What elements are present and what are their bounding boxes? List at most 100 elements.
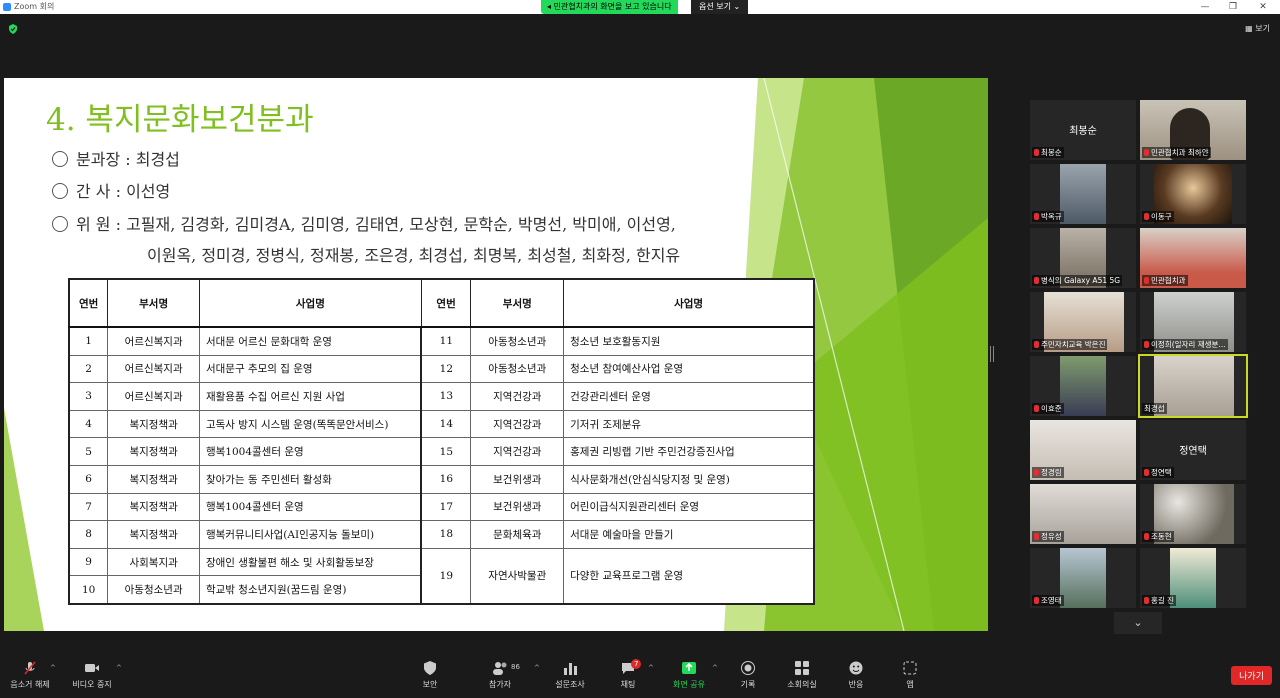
participant-tile[interactable]: 민관협치과 bbox=[1140, 228, 1246, 288]
view-button[interactable]: ▦ 보기 bbox=[1245, 23, 1270, 34]
participant-tile[interactable]: 최봉순 최봉순 bbox=[1030, 100, 1136, 160]
header-dept: 부서명 bbox=[107, 278, 200, 328]
cell-dept-2: 아동청소년과 bbox=[470, 354, 565, 384]
cell-no-2: 17 bbox=[420, 492, 472, 522]
mic-muted-icon bbox=[1144, 149, 1149, 156]
gallery-next-page-button[interactable]: ⌄ bbox=[1114, 612, 1162, 634]
record-label: 기록 bbox=[740, 680, 756, 689]
participant-name: 이동구 bbox=[1142, 211, 1174, 222]
mic-muted-icon bbox=[1034, 277, 1039, 284]
breakout-rooms-button[interactable]: 소회의실 bbox=[772, 660, 832, 690]
restore-icon[interactable]: ❐ bbox=[1220, 0, 1246, 14]
participant-tile[interactable]: 이정희(일자리 재생분... bbox=[1140, 292, 1246, 352]
leave-button[interactable]: 나가기 bbox=[1231, 666, 1272, 685]
shield-icon[interactable] bbox=[8, 24, 18, 34]
record-icon bbox=[741, 661, 755, 675]
participants-caret-icon[interactable]: ^ bbox=[534, 664, 540, 672]
participant-name: 최봉순 bbox=[1032, 147, 1064, 158]
participant-tile[interactable]: 주민자치교육 박은진 bbox=[1030, 292, 1136, 352]
cell-project: 서대문구 추모의 집 운영 bbox=[198, 354, 422, 384]
cell-dept: 복지정책과 bbox=[107, 437, 200, 466]
cell-dept-2: 보건위생과 bbox=[470, 464, 565, 494]
share-caret-icon[interactable]: ^ bbox=[712, 664, 718, 672]
panel-resize-handle[interactable] bbox=[990, 346, 994, 362]
participant-name: 정연택 bbox=[1142, 467, 1174, 478]
cell-no-2: 16 bbox=[420, 464, 472, 494]
participant-count: 86 bbox=[511, 663, 520, 671]
participant-name-text: 정경림 bbox=[1041, 468, 1062, 477]
participant-name-text: 이동구 bbox=[1151, 212, 1172, 221]
stop-video-button[interactable]: 비디오 중지 bbox=[62, 660, 122, 690]
audio-options-caret-icon[interactable]: ^ bbox=[50, 664, 56, 672]
view-options-button[interactable]: 옵션 보기 ⌄ bbox=[691, 0, 749, 14]
header-no: 연번 bbox=[68, 278, 109, 328]
members-text-1: 위 원 : 고필재, 김경화, 김미경A, 김미영, 김태연, 모상현, 문학순… bbox=[76, 215, 676, 234]
participant-tile[interactable]: 정경림 bbox=[1030, 420, 1136, 480]
cell-dept-2: 보건위생과 bbox=[470, 492, 565, 522]
participant-tile[interactable]: 홍길 진 bbox=[1140, 548, 1246, 608]
chair-line: 분과장 : 최경섭 bbox=[52, 146, 180, 170]
cell-dept: 어르신복지과 bbox=[107, 326, 200, 356]
mic-muted-icon bbox=[1034, 341, 1039, 348]
header-project-2: 사업명 bbox=[563, 278, 815, 328]
participant-big-name: 정연택 bbox=[1179, 446, 1207, 457]
apps-button[interactable]: 앱 bbox=[880, 660, 940, 690]
participant-name-text: 정연택 bbox=[1151, 468, 1172, 477]
cell-dept: 복지정책과 bbox=[107, 464, 200, 494]
cell-no-2: 14 bbox=[420, 409, 472, 439]
share-screen-arrow-icon bbox=[682, 662, 696, 674]
table-row: 9 사회복지과 장애인 생활불편 해소 및 사회활동보장 19 자연사박물관 다… bbox=[68, 547, 815, 605]
members-line-2: 이원옥, 정미경, 정병식, 정재봉, 조은경, 최경섭, 최명복, 최성철, … bbox=[147, 246, 681, 265]
video-options-caret-icon[interactable]: ^ bbox=[116, 664, 122, 672]
participants-button[interactable]: 참가자 bbox=[470, 660, 530, 690]
reactions-button[interactable]: 반응 bbox=[826, 660, 886, 690]
participant-tile[interactable]: 조동현 bbox=[1140, 484, 1246, 544]
sharing-banner: ◂ 민관협치과의 화면을 보고 있습니다 bbox=[541, 0, 678, 14]
participant-tile[interactable]: 조영태 bbox=[1030, 548, 1136, 608]
cell-project-2: 홍제권 리빙랩 기반 주민건강증진사업 bbox=[563, 437, 815, 466]
share-screen-button[interactable]: 화면 공유 bbox=[659, 660, 719, 690]
cell-no: 5 bbox=[68, 437, 109, 466]
participant-name-text: 이정희(일자리 재생분... bbox=[1151, 340, 1226, 349]
table-row: 4 복지정책과 고독사 방지 시스템 운영(똑똑문안서비스) 14 지역건강과 … bbox=[68, 409, 815, 439]
table-row: 3 어르신복지과 재활용품 수집 어르신 지원 사업 13 지역건강과 건강관리… bbox=[68, 382, 815, 411]
stop-video-label: 비디오 중지 bbox=[72, 680, 112, 689]
security-button[interactable]: 보안 bbox=[400, 660, 460, 690]
participant-name: 민관협치과 최하얀 bbox=[1142, 147, 1211, 158]
participant-tile[interactable]: 이동구 bbox=[1140, 164, 1246, 224]
participant-name-text: 조영태 bbox=[1041, 596, 1062, 605]
bullet-icon bbox=[52, 151, 68, 167]
participant-tile[interactable]: 박옥규 bbox=[1030, 164, 1136, 224]
record-button[interactable]: 기록 bbox=[718, 660, 778, 690]
minimize-icon[interactable]: — bbox=[1192, 0, 1218, 14]
apps-label: 앱 bbox=[906, 680, 914, 689]
cell-no: 9 bbox=[68, 547, 109, 577]
cell-no: 3 bbox=[68, 382, 109, 411]
secretary-line: 간 사 : 이선영 bbox=[52, 178, 170, 202]
cell-project-2: 다양한 교육프로그램 운영 bbox=[563, 547, 815, 605]
participant-name: 조영태 bbox=[1032, 595, 1064, 606]
close-icon[interactable]: ✕ bbox=[1250, 0, 1276, 14]
cell-no-2: 15 bbox=[420, 437, 472, 466]
participant-tile[interactable]: 정연택 정연택 bbox=[1140, 420, 1246, 480]
chat-caret-icon[interactable]: ^ bbox=[648, 664, 654, 672]
cell-no-2: 19 bbox=[420, 547, 472, 605]
participant-tile[interactable]: 정유성 bbox=[1030, 484, 1136, 544]
participant-name-text: 민관협치과 bbox=[1151, 276, 1186, 285]
participant-tile-active-speaker[interactable]: 최경섭 bbox=[1138, 354, 1248, 418]
polls-button[interactable]: 설문조사 bbox=[540, 660, 600, 690]
participant-big-name: 최봉순 bbox=[1069, 126, 1097, 137]
cell-project-2: 청소년 참여예산사업 운영 bbox=[563, 354, 815, 384]
bullet-icon bbox=[52, 216, 68, 232]
mic-muted-icon bbox=[1034, 597, 1039, 604]
cell-project: 고독사 방지 시스템 운영(똑똑문안서비스) bbox=[198, 409, 422, 439]
mic-muted-icon bbox=[1034, 469, 1039, 476]
mic-muted-icon bbox=[1144, 213, 1149, 220]
participant-tile[interactable]: 민관협치과 최하얀 bbox=[1140, 100, 1246, 160]
participant-tile[interactable]: 이효준 bbox=[1030, 356, 1136, 416]
participant-name-text: 최경섭 bbox=[1144, 404, 1165, 413]
project-table: 연번 부서명 사업명 연번 부서명 사업명 1 어르신복지과 서대문 어르신 문… bbox=[68, 278, 815, 605]
participant-tile[interactable]: 병식의 Galaxy A51 5G bbox=[1030, 228, 1136, 288]
video-feed bbox=[1060, 164, 1106, 224]
participant-name: 정유성 bbox=[1032, 531, 1064, 542]
